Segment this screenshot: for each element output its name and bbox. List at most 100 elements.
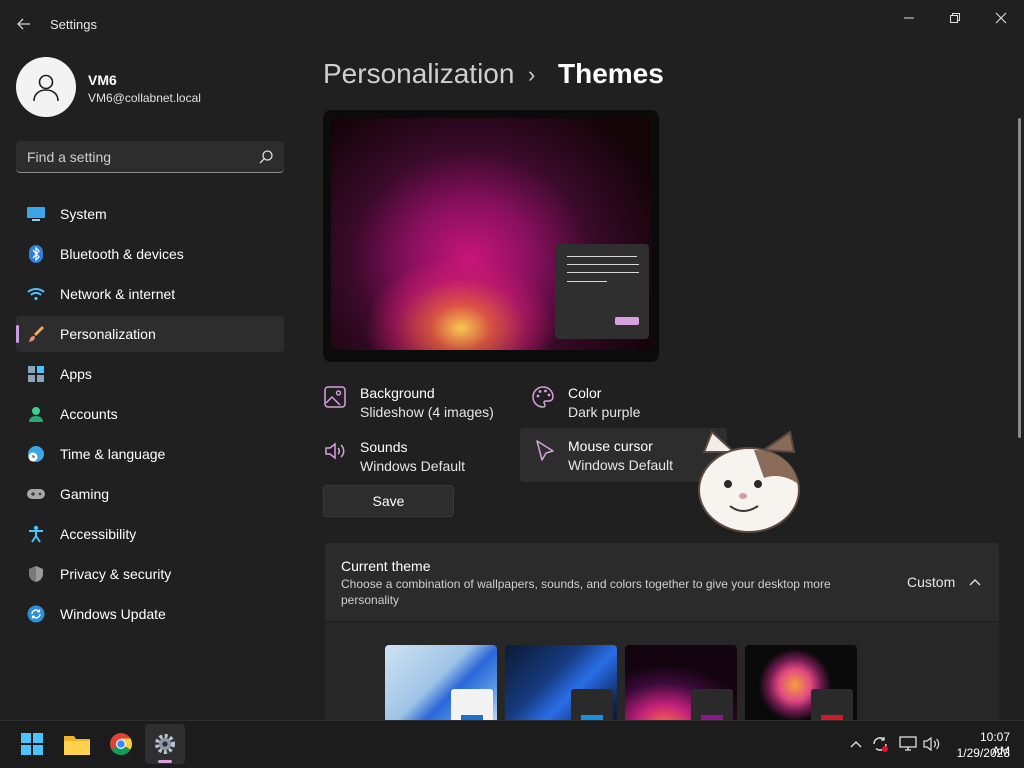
maximize-button[interactable]: [932, 4, 978, 32]
show-hidden-icons-button[interactable]: [845, 733, 867, 755]
current-theme-value: Custom: [907, 574, 956, 590]
sounds-setting[interactable]: Sounds Windows Default: [323, 435, 529, 487]
current-theme-description: Choose a combination of wallpapers, soun…: [341, 577, 831, 607]
color-setting[interactable]: Color Dark purple: [531, 381, 737, 433]
volume-tray-button[interactable]: [921, 733, 943, 755]
preview-accent-button: [615, 317, 639, 325]
user-email: VM6@collabnet.local: [88, 91, 201, 105]
minimize-button[interactable]: [886, 4, 932, 32]
chevron-up-icon: [850, 741, 862, 748]
page-title: Themes: [558, 58, 664, 89]
app-title: Settings: [50, 17, 97, 32]
sidebar-item-label: Windows Update: [60, 606, 166, 622]
chrome-button[interactable]: [101, 724, 141, 764]
sidebar-item-windows-update[interactable]: Windows Update: [16, 596, 284, 632]
minimize-icon: [904, 17, 914, 19]
update-icon: [26, 604, 46, 624]
theme-thumbnail-windows-light[interactable]: [385, 645, 497, 725]
restore-icon: [950, 13, 960, 23]
search-icon[interactable]: [258, 149, 274, 165]
sidebar-item-network[interactable]: Network & internet: [16, 276, 284, 312]
sidebar-item-personalization[interactable]: Personalization: [16, 316, 284, 352]
scrollbar[interactable]: [1018, 118, 1021, 438]
selection-indicator: [16, 325, 19, 343]
system-icon: [26, 204, 46, 224]
sidebar-item-label: Accessibility: [60, 526, 137, 542]
breadcrumb-parent[interactable]: Personalization: [323, 58, 514, 90]
volume-icon: [923, 736, 940, 752]
current-theme-header[interactable]: Current theme Choose a combination of wa…: [325, 543, 999, 621]
sidebar-item-label: System: [60, 206, 107, 222]
sync-icon: [873, 737, 888, 752]
sidebar-item-label: Time & language: [60, 446, 166, 462]
brush-icon: [26, 324, 46, 344]
sidebar-item-privacy[interactable]: Privacy & security: [16, 556, 284, 592]
active-app-indicator: [158, 760, 172, 763]
accessibility-icon: [26, 524, 46, 544]
chrome-icon: [110, 733, 132, 755]
preview-window: [555, 244, 649, 339]
title-bar: [0, 0, 1024, 48]
cursor-icon: [536, 440, 554, 461]
sidebar-item-apps[interactable]: Apps: [16, 356, 284, 392]
sidebar-item-gaming[interactable]: Gaming: [16, 476, 284, 512]
sidebar-item-label: Privacy & security: [60, 566, 172, 582]
start-button[interactable]: [12, 724, 52, 764]
wifi-icon: [26, 284, 46, 304]
theme-thumbnail-windows-dark[interactable]: [505, 645, 617, 725]
palette-icon: [532, 386, 554, 408]
save-button[interactable]: Save: [323, 485, 454, 517]
time-language-icon: [26, 444, 46, 464]
apps-icon: [26, 364, 46, 384]
file-explorer-button[interactable]: [57, 724, 97, 764]
back-arrow-icon: [17, 18, 30, 30]
back-button[interactable]: [10, 12, 38, 36]
sidebar-item-time-language[interactable]: Time & language: [16, 436, 284, 472]
background-title: Background: [360, 385, 435, 401]
search-input[interactable]: [16, 141, 256, 172]
sidebar-item-system[interactable]: System: [16, 196, 284, 232]
settings-gear-icon: [155, 734, 175, 754]
mouse-cursor-title: Mouse cursor: [568, 438, 653, 454]
network-icon: [899, 736, 917, 751]
shield-icon: [26, 564, 46, 584]
file-explorer-icon: [64, 736, 90, 755]
close-button[interactable]: [978, 4, 1024, 32]
sidebar-item-bluetooth[interactable]: Bluetooth & devices: [16, 236, 284, 272]
sidebar-item-label: Network & internet: [60, 286, 176, 302]
accounts-icon: [26, 404, 46, 424]
gamepad-icon: [26, 484, 46, 504]
color-title: Color: [568, 385, 602, 401]
sounds-value: Windows Default: [360, 458, 466, 474]
sidebar-item-label: Accounts: [60, 406, 118, 422]
preview-wallpaper: [331, 118, 651, 350]
background-value: Slideshow (4 images): [360, 404, 494, 420]
speaker-icon: [325, 442, 345, 460]
sidebar-item-label: Personalization: [60, 326, 156, 342]
user-icon: [33, 74, 59, 102]
theme-thumbnail-captured-motion[interactable]: [745, 645, 857, 725]
sidebar-item-label: Gaming: [60, 486, 110, 502]
sidebar-item-accounts[interactable]: Accounts: [16, 396, 284, 432]
sounds-title: Sounds: [360, 439, 408, 455]
sidebar-item-accessibility[interactable]: Accessibility: [16, 516, 284, 552]
close-icon: [995, 12, 1007, 24]
search-box[interactable]: [16, 141, 284, 173]
chevron-up-icon[interactable]: [965, 572, 985, 592]
user-name: VM6: [88, 72, 117, 88]
theme-thumbnail-glow[interactable]: [625, 645, 737, 725]
settings-button[interactable]: [145, 724, 185, 764]
image-icon: [324, 386, 346, 408]
avatar[interactable]: [16, 57, 76, 117]
windows-logo-icon: [21, 733, 43, 755]
background-setting[interactable]: Background Slideshow (4 images): [323, 381, 529, 433]
cat-sticker-image: [698, 430, 800, 533]
sync-tray-button[interactable]: [869, 733, 891, 755]
color-value: Dark purple: [568, 404, 641, 420]
mouse-cursor-value: Windows Default: [568, 457, 674, 473]
network-tray-button[interactable]: [897, 733, 919, 755]
clock-date[interactable]: 1/29/2023: [950, 746, 1010, 760]
sidebar-item-label: Apps: [60, 366, 92, 382]
current-theme-title: Current theme: [341, 558, 431, 574]
sidebar-item-label: Bluetooth & devices: [60, 246, 184, 262]
